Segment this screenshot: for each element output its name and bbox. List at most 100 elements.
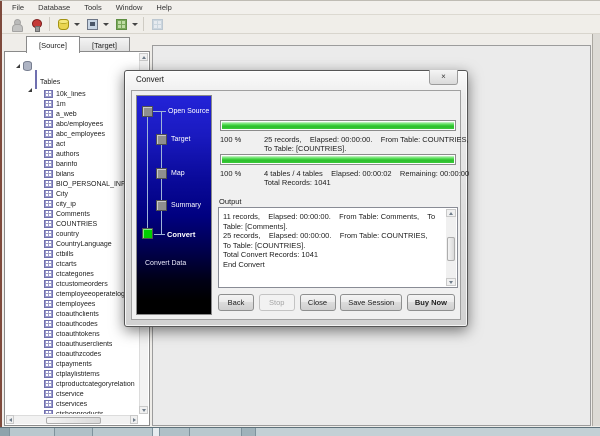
chevron-down-icon[interactable] — [103, 23, 109, 26]
step-label-map: Map — [171, 170, 185, 177]
menu-help[interactable]: Help — [150, 2, 177, 13]
expand-icon[interactable] — [28, 71, 32, 92]
table-icon — [44, 130, 53, 138]
tree-item[interactable]: ctcustomeorders — [6, 279, 138, 289]
scroll-down-icon[interactable] — [139, 406, 148, 414]
table-icon — [44, 280, 53, 288]
scroll-right-icon[interactable] — [130, 415, 138, 424]
chevron-down-icon[interactable] — [132, 23, 138, 26]
tree-item-label: ctcustomeorders — [56, 281, 108, 288]
tree-item[interactable]: COUNTRIES — [6, 219, 138, 229]
connect-icon-glyph — [30, 18, 42, 30]
tree-item[interactable]: ctoauthclients — [6, 309, 138, 319]
tree-item-label: City — [56, 191, 68, 198]
tree-item[interactable]: ctemployees — [6, 299, 138, 309]
table-icon — [44, 380, 53, 388]
output-box[interactable]: 11 records, Elapsed: 00:00:00. From Tabl… — [218, 207, 458, 288]
person-icon[interactable] — [7, 16, 25, 32]
stop-button: Stop — [259, 294, 295, 311]
tree-item[interactable]: Comments — [6, 209, 138, 219]
tree-item[interactable]: 1m — [6, 99, 138, 109]
tree-horizontal-scrollbar[interactable] — [6, 415, 138, 424]
tree-item[interactable]: ctoauthuserclients — [6, 339, 138, 349]
tree-item[interactable]: City — [6, 189, 138, 199]
step-marker-open-source — [142, 106, 153, 117]
tables-icon — [35, 70, 37, 89]
tree-item[interactable]: ctoauthzcodes — [6, 349, 138, 359]
tree-item[interactable]: barinfo — [6, 159, 138, 169]
chevron-down-icon[interactable] — [74, 23, 80, 26]
tab-source[interactable]: [Source] — [26, 36, 80, 53]
tree-item[interactable]: a_web — [6, 109, 138, 119]
scroll-up-icon[interactable] — [446, 209, 456, 217]
tree-item-label: ctcarts — [56, 261, 77, 268]
dialog-button-row: Back Stop Close Save Session Buy Now — [218, 294, 455, 312]
table-progress-line2: To Table: [COUNTRIES]. — [264, 144, 346, 154]
tree-item[interactable]: 10k_lines — [6, 89, 138, 99]
tree-item[interactable]: ctemployeeoperatelog — [6, 289, 138, 299]
close-icon[interactable]: × — [429, 70, 458, 85]
tree-item[interactable]: ctshopproducts — [6, 409, 138, 414]
tree-item[interactable]: ctcategories — [6, 269, 138, 279]
tree-item-label: abc_employees — [56, 131, 105, 138]
step-marker-map — [156, 168, 167, 179]
menu-database[interactable]: Database — [32, 2, 76, 13]
close-button[interactable]: Close — [300, 294, 336, 311]
menu-window[interactable]: Window — [110, 2, 149, 13]
scroll-down-icon[interactable] — [446, 278, 456, 286]
target-table-icon[interactable] — [112, 16, 130, 32]
save-session-button[interactable]: Save Session — [340, 294, 402, 311]
menu-file[interactable]: File — [6, 2, 30, 13]
tree-item[interactable]: CountryLanguage — [6, 239, 138, 249]
table-icon — [44, 330, 53, 338]
connect-icon[interactable] — [27, 16, 45, 32]
tree-item[interactable]: city_ip — [6, 199, 138, 209]
output-line: End Convert — [223, 260, 443, 270]
back-button[interactable]: Back — [218, 294, 254, 311]
toolbar-separator — [143, 17, 144, 31]
tree-item[interactable]: ctproductcategoryrelation — [6, 379, 138, 389]
dialog-title: Convert — [136, 75, 164, 84]
tree-item-label: country — [56, 231, 79, 238]
tree-item[interactable]: ctservices — [6, 399, 138, 409]
database-icon — [23, 61, 32, 71]
tree-node-label: Tables — [40, 79, 60, 86]
tree-item[interactable]: country — [6, 229, 138, 239]
table-icon — [44, 270, 53, 278]
tree-item[interactable]: ctoauthcodes — [6, 319, 138, 329]
tree-item[interactable]: ctservice — [6, 389, 138, 399]
output-scrollbar[interactable] — [446, 209, 456, 286]
table-icon — [44, 290, 53, 298]
scroll-left-icon[interactable] — [6, 415, 14, 424]
tree-root-database[interactable] — [6, 61, 138, 71]
toolbar-separator — [49, 17, 50, 31]
tree-item[interactable]: BIO_PERSONAL_INF — [6, 179, 138, 189]
tree-item[interactable]: act — [6, 139, 138, 149]
tree-item[interactable]: abc/employees — [6, 119, 138, 129]
toolbar — [2, 15, 600, 34]
tree-item-label: barinfo — [56, 161, 77, 168]
tree-item-label: ctservice — [56, 391, 84, 398]
scrollbar-thumb[interactable] — [447, 237, 455, 261]
expand-icon[interactable] — [16, 64, 20, 68]
step-marker-summary — [156, 200, 167, 211]
tree-item[interactable]: ctcarts — [6, 259, 138, 269]
tree-item-label: city_ip — [56, 201, 76, 208]
tree-item[interactable]: abc_employees — [6, 129, 138, 139]
buy-now-button[interactable]: Buy Now — [407, 294, 455, 311]
tree-item[interactable]: ctoauthtokens — [6, 329, 138, 339]
tree-item-label: COUNTRIES — [56, 221, 97, 228]
tree-item[interactable]: bilans — [6, 169, 138, 179]
tree-item[interactable]: ctbills — [6, 249, 138, 259]
tree-node-tables[interactable]: Tables — [6, 71, 138, 89]
scroll-up-icon[interactable] — [139, 53, 148, 61]
source-database-icon[interactable] — [54, 16, 72, 32]
menu-tools[interactable]: Tools — [78, 2, 108, 13]
scrollbar-thumb[interactable] — [46, 417, 101, 424]
tree-item[interactable]: authors — [6, 149, 138, 159]
view-icon[interactable] — [83, 16, 101, 32]
tree-item[interactable]: ctplaylistitems — [6, 369, 138, 379]
tree-item[interactable]: ctpayments — [6, 359, 138, 369]
tree-items: 10k_lines1ma_webabc/employees abc_employe… — [6, 89, 138, 414]
table-icon — [44, 100, 53, 108]
